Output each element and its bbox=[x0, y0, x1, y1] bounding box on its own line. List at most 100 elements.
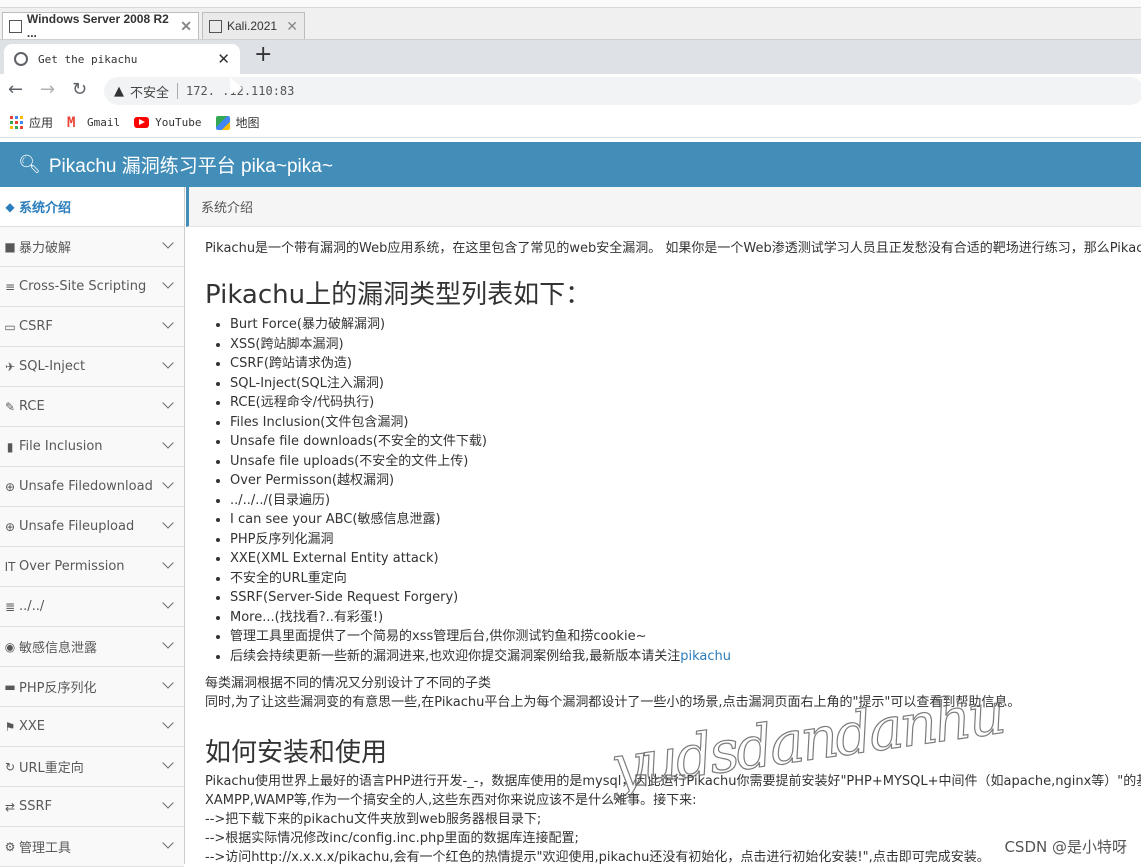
site-title[interactable]: Pikachu 漏洞练习平台 pika~pika~ bbox=[49, 151, 333, 178]
chevron-down-icon bbox=[162, 717, 174, 729]
list-item: XXE(XML External Entity attack) bbox=[230, 549, 731, 569]
chevron-down-icon bbox=[162, 237, 174, 249]
bookmark-gmail[interactable]: M Gmail bbox=[67, 116, 120, 130]
camera-icon: ◉ bbox=[4, 639, 16, 654]
vm-monitor-icon bbox=[209, 19, 222, 33]
sidebar-item-label: 系统介绍 bbox=[19, 201, 72, 216]
sidebar-item-label: Over Permission bbox=[19, 559, 125, 574]
close-icon[interactable]: ✕ bbox=[180, 18, 192, 35]
chevron-down-icon bbox=[162, 397, 174, 409]
maps-icon bbox=[215, 115, 230, 130]
plane-icon: ✈ bbox=[4, 359, 16, 374]
list-item: 不安全的URL重定向 bbox=[230, 569, 731, 589]
list-item: 后续会持续更新一些新的漏洞进来,也欢迎你提交漏洞案例给我,最新版本请关注pika… bbox=[230, 647, 731, 667]
chevron-down-icon bbox=[162, 677, 174, 689]
sidebar-item-over-permission[interactable]: IT Over Permission bbox=[0, 547, 184, 587]
sidebar-item-unsafe-upload[interactable]: ⊕ Unsafe Fileupload bbox=[0, 507, 184, 547]
sidebar-item-label: ../../ bbox=[19, 599, 45, 614]
sidebar-item-intro[interactable]: ◆ 系统介绍 bbox=[0, 187, 184, 227]
reload-icon[interactable]: ↻ bbox=[72, 80, 87, 100]
sidebar-item-csrf[interactable]: ▭ CSRF bbox=[0, 307, 184, 347]
sidebar-item-info-leak[interactable]: ◉ 敏感信息泄露 bbox=[0, 627, 184, 667]
bookmark-label: 应用 bbox=[29, 116, 54, 130]
sidebar-item-label: Unsafe Filedownload bbox=[19, 479, 153, 494]
chevron-down-icon bbox=[162, 517, 174, 529]
sidebar-item-unsafe-download[interactable]: ⊕ Unsafe Filedownload bbox=[0, 467, 184, 507]
browser-tab[interactable]: Get the pikachu ✕ bbox=[4, 44, 240, 74]
pencil-icon: ✎ bbox=[4, 399, 16, 414]
vm-tab-kali[interactable]: Kali.2021 ✕ bbox=[202, 12, 305, 39]
sidebar-item-label: XXE bbox=[19, 719, 46, 734]
list-item: SSRF(Server-Side Request Forgery) bbox=[230, 588, 731, 608]
vm-monitor-icon bbox=[9, 19, 22, 33]
list-item-text: 后续会持续更新一些新的漏洞进来,也欢迎你提交漏洞案例给我,最新版本请关注 bbox=[230, 648, 681, 664]
list-item: 管理工具里面提供了一个简易的xss管理后台,供你测试钓鱼和捞cookie~ bbox=[230, 627, 731, 647]
bookmark-label: YouTube bbox=[155, 116, 202, 129]
sidebar-item-brute-force[interactable]: ■ 暴力破解 bbox=[0, 227, 184, 267]
browser-tab-title: Get the pikachu bbox=[38, 52, 138, 66]
back-arrow-icon[interactable]: ← bbox=[8, 80, 23, 100]
sidebar-item-label: PHP反序列化 bbox=[19, 681, 97, 696]
sidebar-item-label: 暴力破解 bbox=[19, 241, 72, 256]
close-icon[interactable]: ✕ bbox=[217, 50, 230, 68]
list-item: Unsafe file uploads(不安全的文件上传) bbox=[230, 452, 731, 472]
chevron-down-icon bbox=[162, 837, 174, 849]
sidebar-item-dir-traversal[interactable]: ≣ ../../ bbox=[0, 587, 184, 627]
pikachu-link[interactable]: pikachu bbox=[680, 649, 731, 664]
new-tab-button[interactable]: + bbox=[254, 44, 272, 66]
youtube-icon bbox=[134, 117, 150, 128]
chevron-down-icon bbox=[162, 437, 174, 449]
vm-tab-label: Windows Server 2008 R2 ... bbox=[26, 12, 169, 40]
list-item: RCE(远程命令/代码执行) bbox=[230, 393, 731, 413]
close-icon[interactable]: ✕ bbox=[286, 18, 298, 35]
sidebar-item-label: RCE bbox=[19, 399, 45, 414]
list-item: Unsafe file downloads(不安全的文件下载) bbox=[230, 432, 731, 452]
bookmark-youtube[interactable]: YouTube bbox=[134, 116, 202, 129]
sidebar-item-label: URL重定向 bbox=[19, 761, 84, 776]
sidebar-item-php-unserialize[interactable]: ▬ PHP反序列化 bbox=[0, 667, 184, 707]
install-line: -->把下载下来的pikachu文件夹放到web服务器根目录下; bbox=[205, 812, 542, 827]
sidebar-item-label: Unsafe Fileupload bbox=[19, 519, 135, 534]
forward-arrow-icon[interactable]: → bbox=[40, 80, 55, 100]
vm-tab-bar: Windows Server 2008 R2 ... ✕ Kali.2021 ✕ bbox=[0, 0, 1141, 40]
address-bar[interactable]: ▲ 不安全 172.​ .12.110:83 bbox=[104, 77, 1141, 105]
sidebar-item-rce[interactable]: ✎ RCE bbox=[0, 387, 184, 427]
sidebar-item-xss[interactable]: ≡ Cross-Site Scripting bbox=[0, 267, 184, 307]
bookmark-maps[interactable]: 地图 bbox=[215, 114, 260, 131]
chevron-down-icon bbox=[162, 357, 174, 369]
apps-grid-icon bbox=[10, 116, 23, 129]
sidebar-item-label: SQL-Inject bbox=[19, 359, 86, 374]
sidebar-item-url-redirect[interactable]: ↻ URL重定向 bbox=[0, 747, 184, 787]
sidebar-item-xxe[interactable]: ⚑ XXE bbox=[0, 707, 184, 747]
intro-text: Pikachu是一个带有漏洞的Web应用系统，在这里包含了常见的web安全漏洞。… bbox=[205, 241, 1141, 256]
chevron-down-icon bbox=[162, 277, 174, 289]
vm-top-border bbox=[0, 0, 1141, 8]
sidebar-item-ssrf[interactable]: ⇄ SSRF bbox=[0, 787, 184, 827]
sidebar: ◆ 系统介绍 ■ 暴力破解 ≡ Cross-Site Scripting ▭ C… bbox=[0, 187, 185, 867]
vm-tab-windows-server[interactable]: Windows Server 2008 R2 ... ✕ bbox=[2, 12, 199, 40]
exchange-icon: ⇄ bbox=[4, 799, 16, 814]
chevron-down-icon bbox=[162, 477, 174, 489]
list-item: PHP反序列化漏洞 bbox=[230, 530, 731, 550]
bookmark-apps[interactable]: 应用 bbox=[10, 114, 53, 131]
sidebar-item-file-inclusion[interactable]: ▮ File Inclusion bbox=[0, 427, 184, 467]
globe-icon bbox=[14, 52, 28, 66]
breadcrumb-item[interactable]: 系统介绍 bbox=[201, 197, 253, 216]
list-item: CSRF(跨站请求伪造) bbox=[230, 354, 731, 374]
gmail-icon: M bbox=[67, 114, 76, 131]
install-line: -->访问http://x.x.x.x/pikachu,会有一个红色的热情提示"… bbox=[205, 850, 990, 864]
chevron-down-icon bbox=[162, 797, 174, 809]
vuln-list-heading: Pikachu上的漏洞类型列表如下： bbox=[205, 280, 592, 310]
sidebar-item-label: CSRF bbox=[19, 319, 53, 334]
text-height-icon: IT bbox=[4, 559, 16, 574]
browser-tab-strip: Get the pikachu ✕ bbox=[0, 40, 1141, 74]
tag-icon: ◆ bbox=[5, 199, 15, 214]
list-icon: ≡ bbox=[4, 279, 16, 294]
bookmarks-bar: 应用 M Gmail YouTube 地图 bbox=[0, 108, 1141, 138]
lock-icon: ■ bbox=[4, 239, 16, 254]
list-item: SQL-Inject(SQL注入漏洞) bbox=[230, 374, 731, 394]
site-header: 🔍︎ Pikachu 漏洞练习平台 pika~pika~ bbox=[0, 142, 1141, 187]
sidebar-item-sqli[interactable]: ✈ SQL-Inject bbox=[0, 347, 184, 387]
sidebar-item-admin-tools[interactable]: ⚙ 管理工具 bbox=[0, 827, 184, 867]
list-item: Burt Force(暴力破解漏洞) bbox=[230, 315, 731, 335]
